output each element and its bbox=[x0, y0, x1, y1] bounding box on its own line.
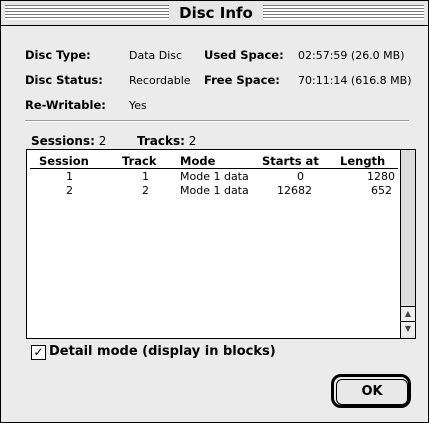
disc-type-label: Disc Type: bbox=[25, 48, 91, 62]
vertical-scrollbar[interactable]: ▲ ▼ bbox=[400, 150, 415, 338]
column-header-starts-at[interactable]: Starts at bbox=[262, 154, 319, 168]
tracks-label: Tracks: bbox=[137, 134, 185, 148]
sessions-label: Sessions: bbox=[31, 134, 95, 148]
sessions-count: Sessions: 2 bbox=[31, 134, 106, 148]
disc-type-value: Data Disc bbox=[129, 49, 183, 62]
cell-track: 1 bbox=[142, 170, 149, 183]
default-button-ring: OK bbox=[331, 374, 411, 408]
column-header-length[interactable]: Length bbox=[340, 154, 385, 168]
disc-status-value: Recordable bbox=[129, 74, 191, 87]
ok-button[interactable]: OK bbox=[336, 379, 408, 405]
free-space-label: Free Space: bbox=[204, 73, 280, 87]
detail-mode-checkbox[interactable]: ✓ bbox=[31, 345, 46, 360]
title-stripes-right bbox=[263, 5, 424, 20]
cell-length: 1280 bbox=[367, 170, 395, 183]
column-header-mode[interactable]: Mode bbox=[180, 154, 215, 168]
cell-starts-at: 12682 bbox=[277, 184, 312, 197]
title-bar[interactable]: Disc Info bbox=[1, 1, 428, 26]
cell-track: 2 bbox=[142, 184, 149, 197]
cell-session: 1 bbox=[66, 170, 73, 183]
header-divider bbox=[30, 168, 398, 169]
separator bbox=[25, 120, 409, 122]
cell-mode: Mode 1 data bbox=[180, 184, 249, 197]
used-space-value: 02:57:59 (26.0 MB) bbox=[298, 49, 405, 62]
window-title: Disc Info bbox=[173, 3, 259, 23]
sessions-value: 2 bbox=[98, 134, 107, 148]
tracks-count: Tracks: 2 bbox=[137, 134, 196, 148]
column-header-track[interactable]: Track bbox=[122, 154, 156, 168]
cell-length: 652 bbox=[371, 184, 392, 197]
cell-session: 2 bbox=[66, 184, 73, 197]
cell-mode: Mode 1 data bbox=[180, 170, 249, 183]
tracks-table[interactable]: Session Track Mode Starts at Length 1 1 … bbox=[26, 149, 416, 339]
rewritable-label: Re-Writable: bbox=[25, 98, 106, 112]
title-stripes-left bbox=[5, 5, 169, 20]
detail-mode-label[interactable]: Detail mode (display in blocks) bbox=[49, 344, 276, 359]
tracks-value: 2 bbox=[188, 134, 197, 148]
cell-starts-at: 0 bbox=[297, 170, 304, 183]
disc-info-window: Disc Info Disc Type: Data Disc Used Spac… bbox=[0, 0, 429, 423]
rewritable-value: Yes bbox=[129, 99, 147, 112]
column-header-session[interactable]: Session bbox=[39, 154, 89, 168]
scroll-down-icon[interactable]: ▼ bbox=[401, 321, 415, 337]
free-space-value: 70:11:14 (616.8 MB) bbox=[298, 74, 412, 87]
used-space-label: Used Space: bbox=[204, 48, 284, 62]
disc-status-label: Disc Status: bbox=[25, 73, 103, 87]
scroll-up-icon[interactable]: ▲ bbox=[401, 306, 415, 322]
